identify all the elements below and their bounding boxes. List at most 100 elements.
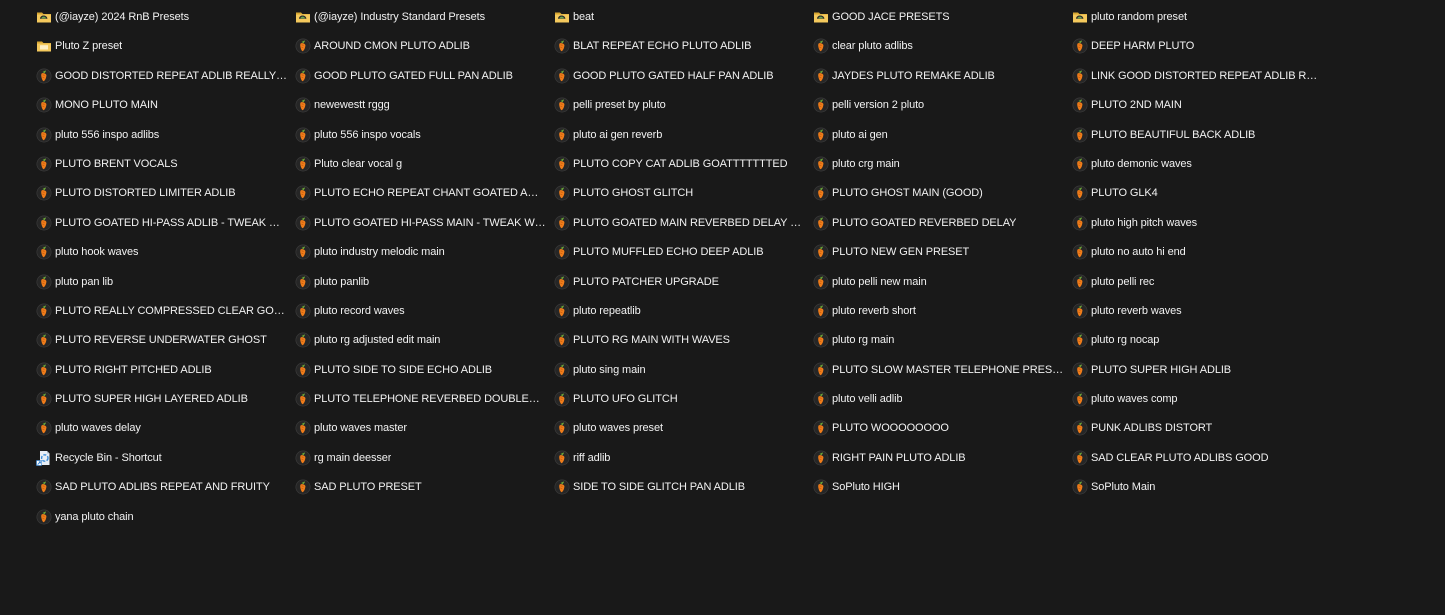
file-item[interactable]: riff adlib bbox=[553, 448, 812, 468]
file-item[interactable]: JAYDES PLUTO REMAKE ADLIB bbox=[812, 66, 1071, 86]
file-item[interactable]: pluto rg nocap bbox=[1071, 330, 1330, 350]
file-item[interactable]: PLUTO SUPER HIGH LAYERED ADLIB bbox=[35, 389, 294, 409]
file-item[interactable]: pluto ai gen bbox=[812, 125, 1071, 145]
file-item[interactable]: PLUTO BRENT VOCALS bbox=[35, 154, 294, 174]
file-item[interactable]: pluto pelli new main bbox=[812, 272, 1071, 292]
file-item[interactable]: pluto rg main bbox=[812, 330, 1071, 350]
fl-studio-preset-icon bbox=[295, 68, 311, 84]
file-item[interactable]: SAD PLUTO PRESET bbox=[294, 477, 553, 497]
file-item[interactable]: PLUTO GOATED HI-PASS ADLIB - TWEAK WIT..… bbox=[35, 213, 294, 233]
file-item[interactable]: pluto industry melodic main bbox=[294, 242, 553, 262]
file-name: MONO PLUTO MAIN bbox=[55, 99, 158, 112]
file-item[interactable]: pluto ai gen reverb bbox=[553, 125, 812, 145]
file-item[interactable]: yana pluto chain bbox=[35, 507, 294, 527]
file-item[interactable]: pelli version 2 pluto bbox=[812, 95, 1071, 115]
file-item[interactable]: pelli preset by pluto bbox=[553, 95, 812, 115]
file-item[interactable]: Pluto clear vocal g bbox=[294, 154, 553, 174]
fl-studio-preset-icon bbox=[36, 127, 52, 143]
file-item[interactable]: PLUTO REALLY COMPRESSED CLEAR GOOD ... bbox=[35, 301, 294, 321]
file-item[interactable]: pluto waves preset bbox=[553, 418, 812, 438]
file-item[interactable]: DEEP HARM PLUTO bbox=[1071, 36, 1330, 56]
file-item[interactable]: beat bbox=[553, 7, 812, 27]
file-name: SAD PLUTO ADLIBS REPEAT AND FRUITY bbox=[55, 481, 270, 494]
file-item[interactable]: PLUTO 2ND MAIN bbox=[1071, 95, 1330, 115]
fl-studio-preset-icon bbox=[36, 156, 52, 172]
file-item[interactable]: SIDE TO SIDE GLITCH PAN ADLIB bbox=[553, 477, 812, 497]
file-item[interactable]: pluto waves master bbox=[294, 418, 553, 438]
file-item[interactable]: newewestt rggg bbox=[294, 95, 553, 115]
file-item[interactable]: BLAT REPEAT ECHO PLUTO ADLIB bbox=[553, 36, 812, 56]
file-item[interactable]: pluto waves delay bbox=[35, 418, 294, 438]
file-item[interactable]: PUNK ADLIBS DISTORT bbox=[1071, 418, 1330, 438]
file-item[interactable]: rg main deesser bbox=[294, 448, 553, 468]
file-item[interactable]: clear pluto adlibs bbox=[812, 36, 1071, 56]
file-item[interactable]: PLUTO SLOW MASTER TELEPHONE PRESET bbox=[812, 360, 1071, 380]
file-item[interactable]: PLUTO ECHO REPEAT CHANT GOATED ADLIB bbox=[294, 183, 553, 203]
file-item[interactable]: PLUTO BEAUTIFUL BACK ADLIB bbox=[1071, 125, 1330, 145]
file-item[interactable]: pluto 556 inspo adlibs bbox=[35, 125, 294, 145]
file-item[interactable]: pluto velli adlib bbox=[812, 389, 1071, 409]
file-item[interactable]: pluto record waves bbox=[294, 301, 553, 321]
file-item[interactable]: pluto panlib bbox=[294, 272, 553, 292]
file-item[interactable]: PLUTO UFO GLITCH bbox=[553, 389, 812, 409]
file-item[interactable]: AROUND CMON PLUTO ADLIB bbox=[294, 36, 553, 56]
file-item[interactable]: PLUTO GOATED MAIN REVERBED DELAY high bbox=[553, 213, 812, 233]
file-item[interactable]: GOOD JACE PRESETS bbox=[812, 7, 1071, 27]
file-item[interactable]: pluto random preset bbox=[1071, 7, 1330, 27]
file-item[interactable]: pluto pelli rec bbox=[1071, 272, 1330, 292]
file-item[interactable]: (@iayze) 2024 RnB Presets bbox=[35, 7, 294, 27]
file-item[interactable]: PLUTO WOOOOOOOO bbox=[812, 418, 1071, 438]
file-item[interactable]: GOOD PLUTO GATED FULL PAN ADLIB bbox=[294, 66, 553, 86]
file-item[interactable]: PLUTO RG MAIN WITH WAVES bbox=[553, 330, 812, 350]
file-item[interactable]: pluto crg main bbox=[812, 154, 1071, 174]
file-item[interactable]: Recycle Bin - Shortcut bbox=[35, 448, 294, 468]
fl-studio-preset-icon bbox=[36, 244, 52, 260]
file-item[interactable]: pluto no auto hi end bbox=[1071, 242, 1330, 262]
file-item[interactable]: PLUTO DISTORTED LIMITER ADLIB bbox=[35, 183, 294, 203]
file-item[interactable]: PLUTO MUFFLED ECHO DEEP ADLIB bbox=[553, 242, 812, 262]
file-item[interactable]: pluto sing main bbox=[553, 360, 812, 380]
file-item[interactable]: (@iayze) Industry Standard Presets bbox=[294, 7, 553, 27]
file-item[interactable]: PLUTO GOATED REVERBED DELAY bbox=[812, 213, 1071, 233]
file-name: pluto repeatlib bbox=[573, 304, 641, 317]
file-item[interactable]: PLUTO GHOST MAIN (GOOD) bbox=[812, 183, 1071, 203]
file-item[interactable]: pluto reverb waves bbox=[1071, 301, 1330, 321]
file-item[interactable]: PLUTO SIDE TO SIDE ECHO ADLIB bbox=[294, 360, 553, 380]
fl-studio-preset-icon bbox=[295, 215, 311, 231]
file-item[interactable]: LINK GOOD DISTORTED REPEAT ADLIB REAL... bbox=[1071, 66, 1330, 86]
file-item[interactable]: pluto high pitch waves bbox=[1071, 213, 1330, 233]
folder-icon bbox=[36, 38, 52, 54]
file-item[interactable]: pluto pan lib bbox=[35, 272, 294, 292]
file-name: PLUTO ECHO REPEAT CHANT GOATED ADLIB bbox=[314, 187, 546, 200]
file-item[interactable]: pluto 556 inspo vocals bbox=[294, 125, 553, 145]
file-item[interactable]: SAD CLEAR PLUTO ADLIBS GOOD bbox=[1071, 448, 1330, 468]
file-item[interactable]: PLUTO GLK4 bbox=[1071, 183, 1330, 203]
file-item[interactable]: Pluto Z preset bbox=[35, 36, 294, 56]
fl-studio-preset-icon bbox=[554, 38, 570, 54]
file-item[interactable]: GOOD DISTORTED REPEAT ADLIB REALLY GO... bbox=[35, 66, 294, 86]
file-item[interactable]: GOOD PLUTO GATED HALF PAN ADLIB bbox=[553, 66, 812, 86]
file-item[interactable]: pluto reverb short bbox=[812, 301, 1071, 321]
file-item[interactable]: pluto waves comp bbox=[1071, 389, 1330, 409]
file-item[interactable]: PLUTO GOATED HI-PASS MAIN - TWEAK WIT... bbox=[294, 213, 553, 233]
file-item[interactable]: PLUTO GHOST GLITCH bbox=[553, 183, 812, 203]
file-item[interactable]: pluto demonic waves bbox=[1071, 154, 1330, 174]
file-item[interactable]: pluto repeatlib bbox=[553, 301, 812, 321]
file-item[interactable]: SoPluto Main bbox=[1071, 477, 1330, 497]
fl-studio-preset-icon bbox=[1072, 97, 1088, 113]
file-item[interactable]: PLUTO PATCHER UPGRADE bbox=[553, 272, 812, 292]
file-item[interactable]: PLUTO COPY CAT ADLIB GOATTTTTTTED bbox=[553, 154, 812, 174]
file-item[interactable]: pluto rg adjusted edit main bbox=[294, 330, 553, 350]
file-item[interactable]: MONO PLUTO MAIN bbox=[35, 95, 294, 115]
file-item[interactable]: PLUTO NEW GEN PRESET bbox=[812, 242, 1071, 262]
file-item[interactable]: SAD PLUTO ADLIBS REPEAT AND FRUITY bbox=[35, 477, 294, 497]
file-item[interactable]: PLUTO SUPER HIGH ADLIB bbox=[1071, 360, 1330, 380]
file-item[interactable]: PLUTO RIGHT PITCHED ADLIB bbox=[35, 360, 294, 380]
file-item[interactable]: PLUTO REVERSE UNDERWATER GHOST bbox=[35, 330, 294, 350]
file-item[interactable]: pluto hook waves bbox=[35, 242, 294, 262]
file-item[interactable]: PLUTO TELEPHONE REVERBED DOUBLED AD... bbox=[294, 389, 553, 409]
file-item[interactable]: SoPluto HIGH bbox=[812, 477, 1071, 497]
fl-studio-preset-icon bbox=[554, 479, 570, 495]
file-item[interactable]: RIGHT PAIN PLUTO ADLIB bbox=[812, 448, 1071, 468]
fl-studio-preset-icon bbox=[1072, 185, 1088, 201]
